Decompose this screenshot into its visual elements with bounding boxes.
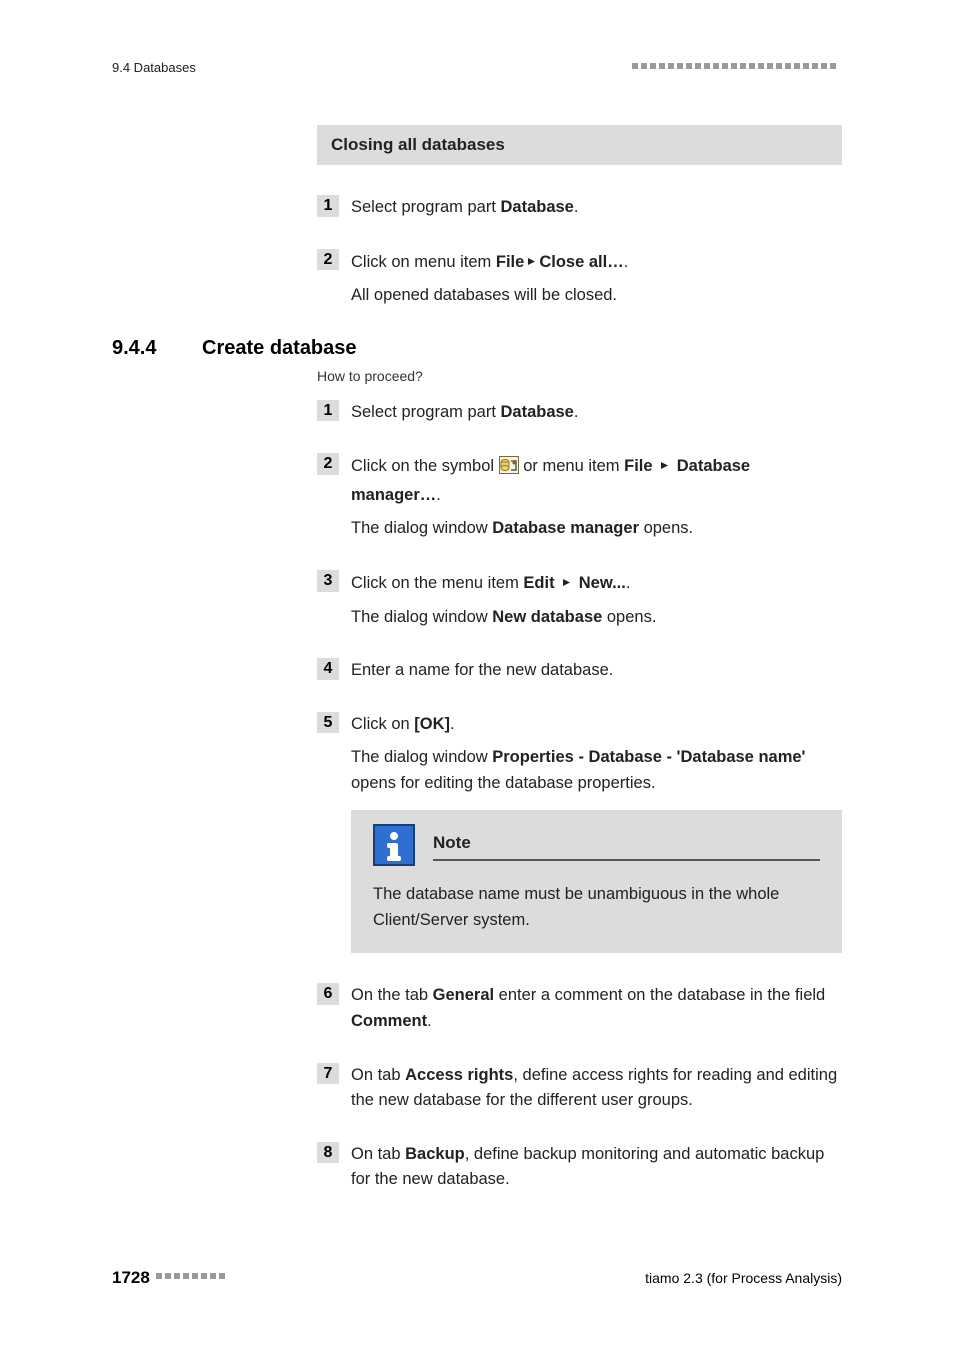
bold-text: Properties - Database - 'Database name' [492, 748, 805, 766]
text: On tab [351, 1145, 405, 1163]
step-number: 1 [317, 195, 339, 217]
page: 9.4 Databases Closing all databases 1 Se… [0, 0, 954, 1350]
step-subtext: All opened databases will be closed. [351, 283, 842, 309]
menu-arrow-icon [562, 570, 571, 596]
step-body: Select program part Database. [351, 195, 842, 221]
menu-arrow-icon [660, 453, 669, 479]
section-title: Create database [202, 337, 357, 360]
bold-text: File [624, 457, 652, 475]
step-number: 3 [317, 570, 339, 592]
text: or menu item [519, 457, 624, 475]
text: . [427, 1012, 432, 1030]
step-3: 3 Click on the menu item Edit New.... Th… [317, 570, 842, 630]
step-8: 8 On tab Backup, define backup monitorin… [317, 1142, 842, 1193]
create-database-heading: 9.4.4 Create database [112, 337, 842, 360]
step-body: Click on the symbol or menu item File Da… [351, 453, 842, 542]
step-7: 7 On tab Access rights, define access ri… [317, 1063, 842, 1114]
text: opens. [602, 608, 656, 626]
text: enter a comment on the database in the f… [494, 986, 825, 1004]
step-number: 1 [317, 400, 339, 422]
step-2: 2 Click on menu item File Close all…. All… [317, 249, 842, 309]
bold-text: Edit [523, 574, 554, 592]
text: The dialog window [351, 748, 492, 766]
text: opens for editing the database propertie… [351, 774, 656, 792]
text: . [574, 198, 579, 216]
create-steps-list: 1 Select program part Database. 2 Click … [317, 400, 842, 1193]
bold-text: Comment [351, 1012, 427, 1030]
step-body: Click on [OK]. The dialog window Propert… [351, 712, 842, 954]
text: On the tab [351, 986, 433, 1004]
bold-text: File [496, 253, 524, 271]
step-6: 6 On the tab General enter a comment on … [317, 983, 842, 1034]
info-icon [373, 824, 415, 866]
bold-text: Close all… [539, 253, 623, 271]
footer-left: 1728 [112, 1268, 231, 1288]
step-subtext: The dialog window Database manager opens… [351, 516, 842, 542]
step-4: 4 Enter a name for the new database. [317, 658, 842, 684]
text: The dialog window [351, 519, 492, 537]
text: opens. [639, 519, 693, 537]
step-number: 8 [317, 1142, 339, 1164]
bold-text: New... [579, 574, 626, 592]
step-body: On tab Backup, define backup monitoring … [351, 1142, 842, 1193]
text: Select program part [351, 198, 500, 216]
text: Select program part [351, 403, 500, 421]
bold-text: [OK] [414, 715, 450, 733]
note-title: Note [433, 830, 820, 861]
step-number: 2 [317, 249, 339, 271]
step-subtext: The dialog window New database opens. [351, 605, 842, 631]
page-number: 1728 [112, 1268, 150, 1288]
bold-text: Database [500, 403, 573, 421]
text: Click on the symbol [351, 457, 499, 475]
step-body: Enter a name for the new database. [351, 658, 842, 684]
text: . [624, 253, 629, 271]
step-body: On the tab General enter a comment on th… [351, 983, 842, 1034]
closing-steps-list: 1 Select program part Database. 2 Click … [317, 195, 842, 309]
step-number: 5 [317, 712, 339, 734]
step-5: 5 Click on [OK]. The dialog window Prope… [317, 712, 842, 954]
step-body: Select program part Database. [351, 400, 842, 426]
step-number: 7 [317, 1063, 339, 1085]
page-footer: 1728 tiamo 2.3 (for Process Analysis) [112, 1268, 842, 1288]
step-body: Click on menu item File Close all…. All o… [351, 249, 842, 309]
step-1: 1 Select program part Database. [317, 195, 842, 221]
note-title-wrap: Note [433, 830, 820, 861]
text: Click on the menu item [351, 574, 523, 592]
header-dots-icon [632, 63, 842, 73]
closing-all-databases-heading: Closing all databases [317, 125, 842, 165]
note-body: The database name must be unambiguous in… [373, 882, 820, 933]
footer-product-label: tiamo 2.3 (for Process Analysis) [645, 1270, 842, 1286]
text: . [436, 486, 441, 504]
menu-arrow-icon [527, 249, 536, 275]
header-section-label: 9.4 Databases [112, 60, 196, 75]
bold-text: Backup [405, 1145, 465, 1163]
step-number: 4 [317, 658, 339, 680]
note-header: Note [373, 824, 820, 866]
footer-dots-icon [156, 1273, 231, 1283]
step-1: 1 Select program part Database. [317, 400, 842, 426]
text: . [626, 574, 631, 592]
text: On tab [351, 1066, 405, 1084]
step-subtext: The dialog window Properties - Database … [351, 745, 842, 796]
text: . [574, 403, 579, 421]
database-manager-icon [499, 456, 519, 483]
step-number: 2 [317, 453, 339, 475]
step-body: On tab Access rights, define access righ… [351, 1063, 842, 1114]
note-box: Note The database name must be unambiguo… [351, 810, 842, 953]
text: Click on menu item [351, 253, 496, 271]
bold-text: Database manager [492, 519, 639, 537]
bold-text: New database [492, 608, 602, 626]
text: . [450, 715, 455, 733]
step-2: 2 Click on the symbol or menu item File … [317, 453, 842, 542]
step-number: 6 [317, 983, 339, 1005]
step-body: Click on the menu item Edit New.... The … [351, 570, 842, 630]
text: The dialog window [351, 608, 492, 626]
text: Click on [351, 715, 414, 733]
bold-text: Access rights [405, 1066, 513, 1084]
how-to-proceed-label: How to proceed? [317, 368, 842, 384]
page-header: 9.4 Databases [112, 60, 842, 75]
bold-text: General [433, 986, 494, 1004]
section-number: 9.4.4 [112, 337, 202, 360]
bold-text: Database [500, 198, 573, 216]
